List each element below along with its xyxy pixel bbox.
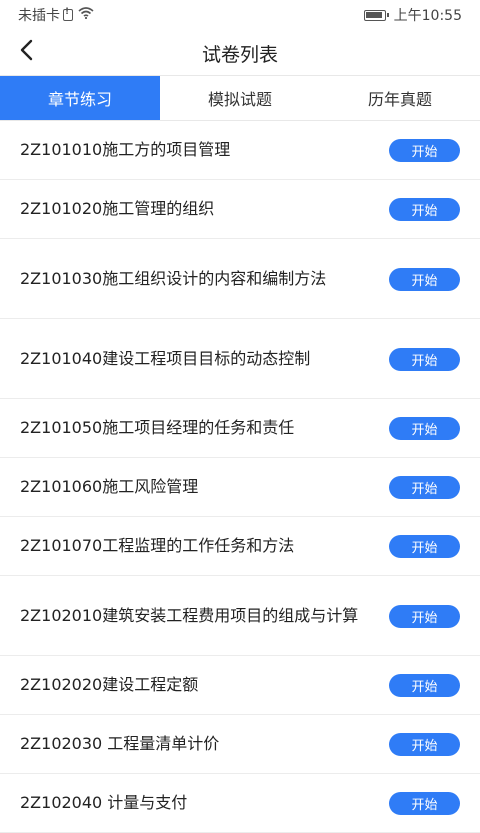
list-item-title: 2Z102020建设工程定额: [20, 675, 199, 694]
tab-past-exams[interactable]: 历年真题: [320, 76, 480, 120]
list-item: 2Z102020建设工程定额 开始: [0, 656, 480, 715]
status-right: 上午10:55: [363, 5, 462, 25]
battery-icon: [363, 9, 389, 21]
start-button[interactable]: 开始: [389, 535, 460, 558]
list-item: 2Z101070工程监理的工作任务和方法 开始: [0, 517, 480, 576]
start-button[interactable]: 开始: [389, 347, 460, 371]
list-item: 2Z102030 工程量清单计价 开始: [0, 715, 480, 774]
list-item-title: 2Z101060施工风险管理: [20, 477, 199, 496]
list-item: 2Z102010建筑安装工程费用项目的组成与计算 开始: [0, 576, 480, 656]
status-left: 未插卡: [18, 5, 94, 25]
start-button[interactable]: 开始: [389, 476, 460, 499]
wifi-icon: [78, 7, 94, 23]
list-item-title: 2Z101020施工管理的组织: [20, 199, 215, 218]
list-item-title: 2Z102010建筑安装工程费用项目的组成与计算: [20, 605, 359, 625]
list-item-title: 2Z101010施工方的项目管理: [20, 140, 231, 159]
start-button[interactable]: 开始: [389, 417, 460, 440]
start-button[interactable]: 开始: [389, 674, 460, 697]
list-item-title: 2Z102030 工程量清单计价: [20, 734, 220, 753]
tab-bar: 章节练习 模拟试题 历年真题: [0, 76, 480, 121]
list-item: 2Z101030施工组织设计的内容和编制方法 开始: [0, 239, 480, 319]
list-item-title: 2Z101030施工组织设计的内容和编制方法: [20, 268, 327, 288]
start-button[interactable]: 开始: [389, 604, 460, 628]
start-button[interactable]: 开始: [389, 198, 460, 221]
start-button[interactable]: 开始: [389, 733, 460, 756]
tab-chapter-practice[interactable]: 章节练习: [0, 76, 160, 120]
clock-text: 上午10:55: [393, 8, 462, 24]
list-item: 2Z102040 计量与支付 开始: [0, 774, 480, 833]
start-button[interactable]: 开始: [389, 792, 460, 815]
tab-mock-exam[interactable]: 模拟试题: [160, 76, 320, 120]
list-item: 2Z101020施工管理的组织 开始: [0, 180, 480, 239]
page-title: 试卷列表: [201, 44, 278, 66]
carrier-text: 未插卡: [18, 8, 60, 24]
sim-alert-icon: [63, 7, 73, 21]
status-bar: 未插卡 上午10:55: [0, 0, 480, 28]
paper-list: 2Z101010施工方的项目管理 开始 2Z101020施工管理的组织 开始 2…: [0, 121, 480, 833]
list-item-title: 2Z101050施工项目经理的任务和责任: [20, 418, 295, 437]
list-item: 2Z101060施工风险管理 开始: [0, 458, 480, 517]
list-item-title: 2Z101040建设工程项目目标的动态控制: [20, 348, 311, 368]
list-item: 2Z101050施工项目经理的任务和责任 开始: [0, 399, 480, 458]
list-item-title: 2Z102040 计量与支付: [20, 793, 188, 812]
nav-bar: 试卷列表: [0, 28, 480, 76]
list-item-title: 2Z101070工程监理的工作任务和方法: [20, 536, 295, 555]
list-item: 2Z101010施工方的项目管理 开始: [0, 121, 480, 180]
list-item: 2Z101040建设工程项目目标的动态控制 开始: [0, 319, 480, 399]
start-button[interactable]: 开始: [389, 267, 460, 291]
start-button[interactable]: 开始: [389, 139, 460, 162]
